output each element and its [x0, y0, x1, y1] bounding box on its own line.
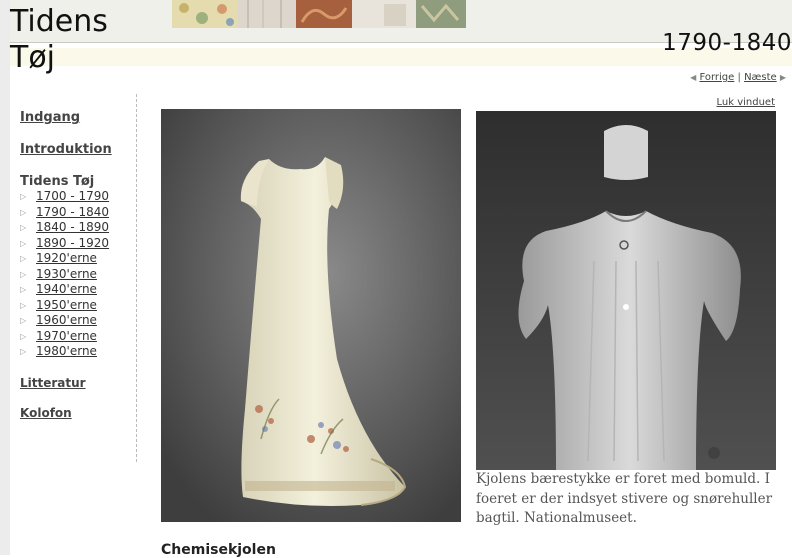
triangle-right-icon: ▷	[20, 238, 27, 248]
period-item[interactable]: ▷ 1930'erne	[20, 267, 130, 283]
triangle-right-icon: ▷	[20, 207, 27, 217]
period-link[interactable]: 1930'erne	[36, 267, 97, 283]
triangle-right-icon: ▷	[20, 285, 27, 294]
section-title: Chemisekjolen	[161, 542, 276, 558]
triangle-right-icon: ▶	[779, 73, 786, 82]
period-link[interactable]: 1940'erne	[36, 282, 97, 298]
photo-caption: Kjolens bærestykke er foret med bomuld. …	[476, 471, 773, 526]
period-title: 1790-1840	[662, 30, 792, 56]
dress-back-photo	[476, 111, 776, 470]
period-list: ▷ 1700 - 1790 ▷ 1790 - 1840 ▷ 1840 - 1890 ▷…	[20, 189, 130, 360]
period-item[interactable]: ▷ 1960'erne	[20, 313, 130, 329]
triangle-right-icon: ▷	[20, 254, 27, 263]
triangle-right-icon: ▷	[20, 331, 27, 341]
textile-strip	[172, 0, 466, 28]
nav-section-heading: Tidens Tøj	[20, 174, 95, 189]
period-item[interactable]: ▷ 1890 - 1920	[20, 236, 130, 252]
period-item[interactable]: ▷ 1980'erne	[20, 344, 130, 360]
nav-colophon[interactable]: Kolofon	[20, 406, 130, 420]
period-item[interactable]: ▷ 1970'erne	[20, 329, 130, 345]
triangle-right-icon: ▷	[20, 347, 27, 356]
triangle-right-icon: ▷	[20, 300, 27, 310]
nav-separator: |	[737, 72, 741, 83]
sidebar-divider	[136, 94, 137, 462]
period-link[interactable]: 1960'erne	[36, 313, 97, 329]
triangle-right-icon: ▷	[20, 192, 27, 201]
triangle-right-icon: ▷	[20, 316, 27, 325]
site-title-line1: Tidens	[10, 4, 108, 39]
period-item[interactable]: ▷ 1940'erne	[20, 282, 130, 298]
period-link[interactable]: 1980'erne	[36, 344, 97, 360]
nav-literature[interactable]: Litteratur	[20, 376, 130, 390]
site-title[interactable]: Tidens Tøj	[10, 4, 108, 76]
period-item[interactable]: ▷ 1950'erne	[20, 298, 130, 314]
period-item[interactable]: ▷ 1840 - 1890	[20, 220, 130, 236]
left-border-strip	[0, 0, 10, 555]
period-link[interactable]: 1920'erne	[36, 251, 97, 267]
period-item[interactable]: ▷ 1700 - 1790	[20, 189, 130, 205]
triangle-right-icon: ▷	[20, 223, 27, 232]
period-link[interactable]: 1840 - 1890	[36, 220, 109, 236]
sidebar: Indgang Introduktion Tidens Tøj ▷ 1700 - …	[20, 110, 130, 420]
nav-introduction[interactable]: Introduktion	[20, 142, 130, 157]
triangle-right-icon: ▷	[20, 269, 27, 279]
prev-link[interactable]: Forrige	[699, 72, 734, 83]
nav-entrance[interactable]: Indgang	[20, 110, 130, 125]
triangle-left-icon: ◀	[690, 73, 697, 82]
period-item[interactable]: ▷ 1920'erne	[20, 251, 130, 267]
period-link[interactable]: 1970'erne	[36, 329, 97, 345]
period-link[interactable]: 1950'erne	[36, 298, 97, 314]
dress-front-photo	[161, 109, 461, 522]
close-window-link[interactable]: Luk vinduet	[717, 97, 776, 108]
period-item[interactable]: ▷ 1790 - 1840	[20, 205, 130, 221]
period-link[interactable]: 1700 - 1790	[36, 189, 109, 205]
period-link[interactable]: 1890 - 1920	[36, 236, 109, 252]
top-navigation: ◀ Forrige | Næste ▶	[690, 72, 786, 83]
site-title-line2: Tøj	[10, 40, 56, 75]
period-link[interactable]: 1790 - 1840	[36, 205, 109, 221]
next-link[interactable]: Næste	[744, 72, 777, 83]
